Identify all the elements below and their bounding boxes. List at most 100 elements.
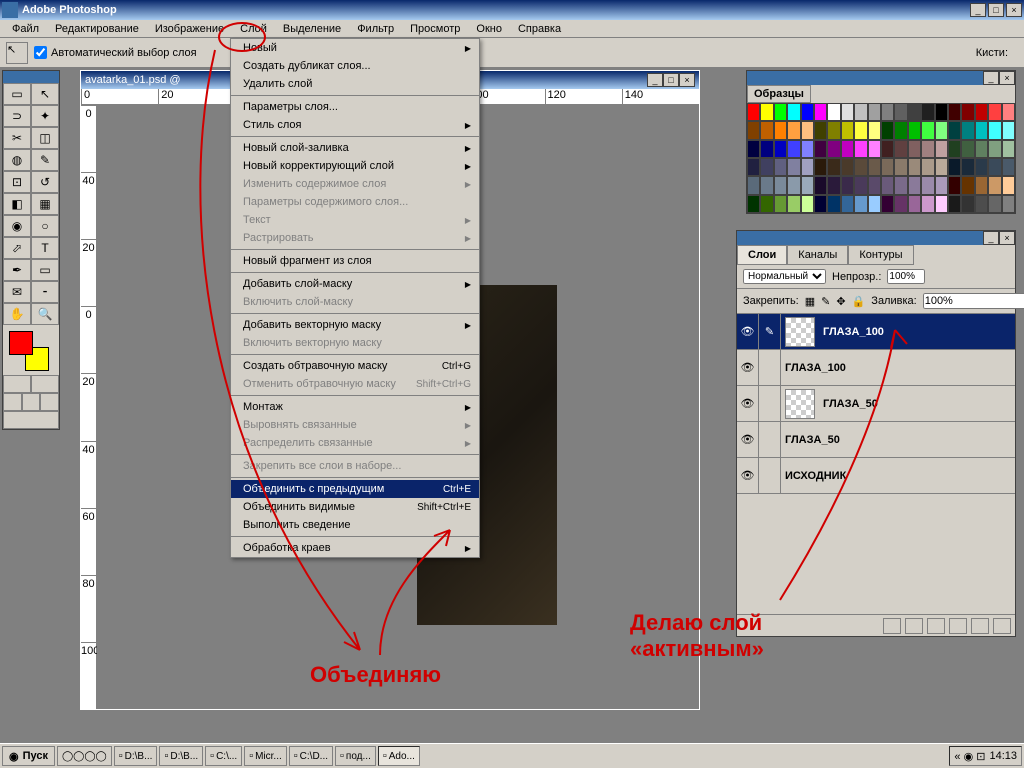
swatch[interactable] [948, 176, 961, 194]
swatch[interactable] [881, 195, 894, 213]
lock-all-icon[interactable]: 🔒 [852, 295, 866, 308]
menu-item[interactable]: Выполнить сведение [231, 516, 479, 534]
swatch[interactable] [841, 158, 854, 176]
taskbar-item[interactable]: ▫под... [335, 746, 376, 766]
swatch[interactable] [975, 103, 988, 121]
menu-layer[interactable]: Слой [232, 21, 275, 37]
swatch[interactable] [868, 195, 881, 213]
swatch[interactable] [988, 103, 1001, 121]
menu-item[interactable]: Добавить векторную маску▶ [231, 316, 479, 334]
menu-item[interactable]: Удалить слой [231, 75, 479, 93]
swatch[interactable] [881, 158, 894, 176]
minimize-button[interactable]: _ [970, 3, 986, 17]
layer-row[interactable]: 👁 ИСХОДНИК [737, 458, 1015, 494]
menu-item[interactable]: Монтаж▶ [231, 398, 479, 416]
swatch[interactable] [827, 140, 840, 158]
close-button[interactable]: × [1006, 3, 1022, 17]
swatch[interactable] [894, 140, 907, 158]
swatch[interactable] [975, 121, 988, 139]
swatch[interactable] [1002, 195, 1015, 213]
swatch[interactable] [868, 176, 881, 194]
menu-edit[interactable]: Редактирование [47, 21, 147, 37]
link-icon[interactable] [759, 386, 781, 421]
swatch[interactable] [975, 158, 988, 176]
visibility-icon[interactable]: 👁 [737, 350, 759, 385]
swatch[interactable] [935, 121, 948, 139]
swatch[interactable] [774, 140, 787, 158]
swatch[interactable] [948, 140, 961, 158]
history-tool[interactable]: ↺ [31, 171, 59, 193]
blur-tool[interactable]: ◉ [3, 215, 31, 237]
swatch[interactable] [908, 158, 921, 176]
swatch[interactable] [854, 158, 867, 176]
swatch[interactable] [787, 195, 800, 213]
swatch[interactable] [988, 176, 1001, 194]
link-icon[interactable] [759, 422, 781, 457]
layer-name[interactable]: ГЛАЗА_100 [819, 326, 1015, 338]
swatch[interactable] [988, 195, 1001, 213]
swatch[interactable] [948, 158, 961, 176]
layer-adjust-button[interactable] [949, 618, 967, 634]
menu-item[interactable]: Новый фрагмент из слоя [231, 252, 479, 270]
swatch[interactable] [894, 176, 907, 194]
swatch[interactable] [814, 195, 827, 213]
tab-paths[interactable]: Контуры [848, 245, 913, 265]
swatch[interactable] [801, 158, 814, 176]
link-icon[interactable] [759, 458, 781, 493]
swatch[interactable] [894, 103, 907, 121]
taskbar-item[interactable]: ▫Micr... [244, 746, 287, 766]
swatch[interactable] [961, 140, 974, 158]
swatch[interactable] [787, 140, 800, 158]
menu-item[interactable]: Объединить с предыдущимCtrl+E [231, 480, 479, 498]
swatch[interactable] [894, 121, 907, 139]
zoom-tool[interactable]: 🔍 [31, 303, 59, 325]
swatch[interactable] [814, 140, 827, 158]
swatch[interactable] [948, 195, 961, 213]
layer-row[interactable]: 👁✎ГЛАЗА_100 [737, 314, 1015, 350]
swatch[interactable] [827, 158, 840, 176]
swatch[interactable] [961, 121, 974, 139]
menu-select[interactable]: Выделение [275, 21, 349, 37]
path-tool[interactable]: ⬀ [3, 237, 31, 259]
swatch[interactable] [894, 158, 907, 176]
swatch[interactable] [868, 158, 881, 176]
doc-minimize[interactable]: _ [647, 73, 663, 87]
doc-maximize[interactable]: □ [663, 73, 679, 87]
swatch[interactable] [868, 121, 881, 139]
menu-item[interactable]: Добавить слой-маску▶ [231, 275, 479, 293]
swatch[interactable] [774, 176, 787, 194]
dodge-tool[interactable]: ○ [31, 215, 59, 237]
swatch[interactable] [801, 140, 814, 158]
swatch[interactable] [814, 121, 827, 139]
menu-item[interactable]: Стиль слоя▶ [231, 116, 479, 134]
menu-window[interactable]: Окно [468, 21, 510, 37]
tray-icons[interactable]: « ◉ ⊡ [954, 750, 985, 763]
heal-tool[interactable]: ◍ [3, 149, 31, 171]
swatch[interactable] [881, 176, 894, 194]
swatch[interactable] [948, 103, 961, 121]
swatch[interactable] [988, 158, 1001, 176]
swatch[interactable] [921, 103, 934, 121]
eyedropper-tool[interactable]: ⁃ [31, 281, 59, 303]
menu-filter[interactable]: Фильтр [349, 21, 402, 37]
swatch[interactable] [747, 140, 760, 158]
swatch[interactable] [935, 176, 948, 194]
swatch[interactable] [988, 140, 1001, 158]
visibility-icon[interactable]: 👁 [737, 458, 759, 493]
swatch[interactable] [854, 195, 867, 213]
layer-name[interactable]: ИСХОДНИК [781, 470, 1015, 482]
quicklaunch[interactable]: ◯◯◯◯ [57, 746, 112, 766]
start-button[interactable]: ◉Пуск [2, 746, 55, 766]
swatch[interactable] [841, 121, 854, 139]
maximize-button[interactable]: □ [988, 3, 1004, 17]
swatches-close[interactable]: × [999, 71, 1015, 85]
lock-move-icon[interactable]: ✥ [836, 295, 845, 308]
swatch[interactable] [747, 121, 760, 139]
shape-tool[interactable]: ▭ [31, 259, 59, 281]
swatch[interactable] [1002, 103, 1015, 121]
swatch[interactable] [801, 176, 814, 194]
eraser-tool[interactable]: ◧ [3, 193, 31, 215]
swatch[interactable] [881, 121, 894, 139]
gradient-tool[interactable]: ▦ [31, 193, 59, 215]
swatch[interactable] [814, 158, 827, 176]
